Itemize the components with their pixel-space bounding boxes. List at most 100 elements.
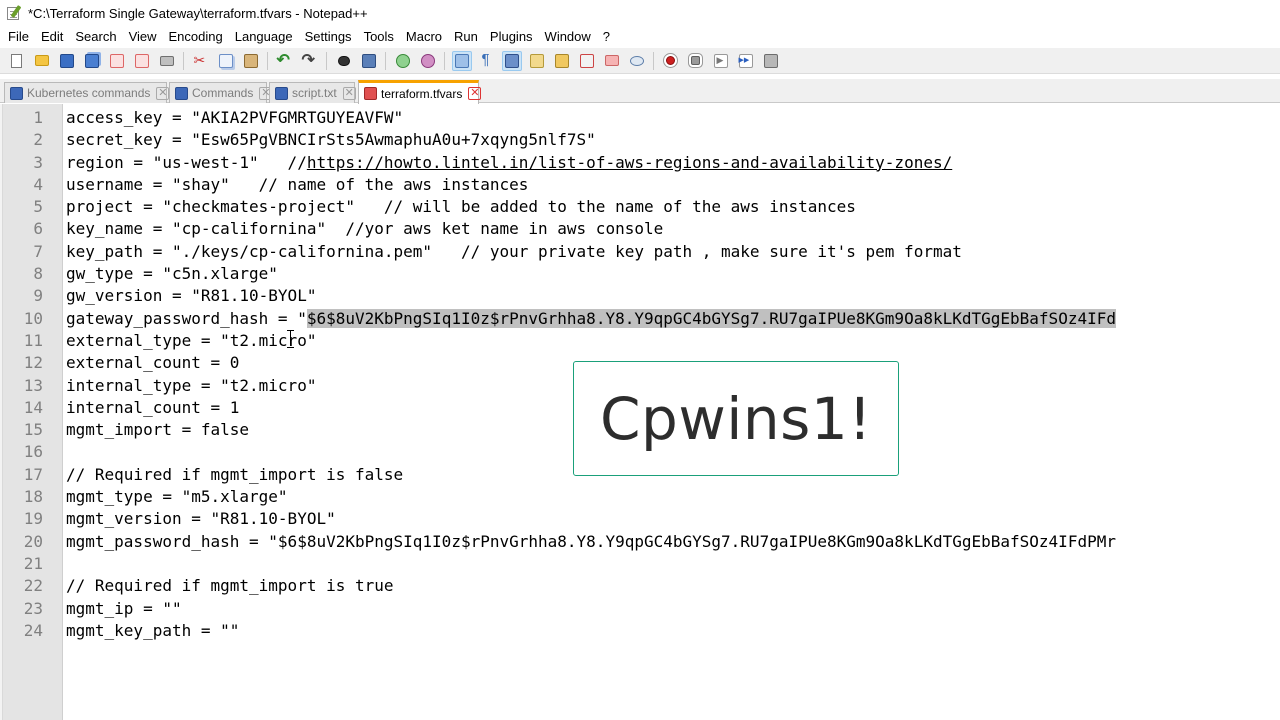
code-line[interactable]: 5 project = "checkmates-project" // will …	[0, 196, 1280, 218]
menu-run[interactable]: Run	[448, 26, 484, 48]
tab-script-txt[interactable]: script.txt ✕	[269, 82, 356, 103]
tab-close-icon[interactable]: ✕	[342, 86, 356, 100]
paste-icon[interactable]	[241, 51, 261, 71]
new-file-icon[interactable]	[7, 51, 27, 71]
saved-file-icon	[10, 86, 23, 100]
sync-scroll-icon[interactable]	[451, 50, 472, 71]
tab-commands[interactable]: Commands ✕	[169, 82, 273, 103]
line-number: 10	[23, 308, 43, 328]
indent-guide-icon[interactable]	[501, 50, 522, 71]
code-line[interactable]: 10 gateway_password_hash = "$6$8uV2KbPngS…	[0, 308, 1280, 330]
code-line[interactable]: 21	[0, 553, 1280, 575]
line-text: gateway_password_hash = "	[66, 308, 307, 328]
open-folder-icon[interactable]	[32, 51, 52, 71]
line-text: key_name = "cp-californina" //yor aws ke…	[66, 219, 664, 239]
code-line[interactable]: 4 username = "shay" // name of the aws in…	[0, 174, 1280, 196]
folder-workspace-icon[interactable]	[602, 51, 622, 71]
window-title: *C:\Terraform Single Gateway\terraform.t…	[28, 5, 368, 21]
redo-icon[interactable]	[300, 51, 320, 71]
document-map-icon[interactable]	[552, 51, 572, 71]
user-language-icon[interactable]	[527, 51, 547, 71]
document-tab-bar: Kubernetes commands ✕ Commands ✕ script.…	[0, 79, 1280, 104]
menu-search[interactable]: Search	[69, 26, 122, 48]
menu-language[interactable]: Language	[229, 26, 299, 48]
menu-window[interactable]: Window	[539, 26, 597, 48]
code-line[interactable]: 24 mgmt_key_path = ""	[0, 620, 1280, 642]
menu-view[interactable]: View	[123, 26, 163, 48]
code-line[interactable]: 6 key_name = "cp-californina" //yor aws k…	[0, 218, 1280, 240]
stop-recording-icon[interactable]	[686, 51, 706, 71]
tab-close-icon[interactable]: ✕	[468, 87, 482, 100]
selected-text[interactable]: $6$8uV2KbPngSIq1I0z$rPnvGrhha8.Y8.Y9qpGC…	[306, 308, 1116, 328]
code-line[interactable]: 18 mgmt_type = "m5.xlarge"	[0, 486, 1280, 508]
line-number: 1	[33, 108, 43, 127]
toolbar-separator	[653, 51, 654, 70]
word-wrap-icon[interactable]	[477, 51, 497, 71]
close-all-icon[interactable]	[132, 51, 152, 71]
password-overlay-box: Cpwins1!	[573, 361, 899, 476]
menu-help[interactable]: ?	[597, 26, 616, 48]
line-text-container: gateway_password_hash = "$6$8uV2KbPngSIq…	[66, 308, 1116, 330]
code-line[interactable]: 3 region = "us-west-1" //https://howto.li…	[0, 152, 1280, 174]
text-cursor-icon	[287, 330, 294, 348]
record-macro-icon[interactable]	[661, 51, 681, 71]
menu-file[interactable]: File	[2, 26, 35, 48]
function-list-icon[interactable]	[577, 51, 597, 71]
close-icon[interactable]	[107, 51, 127, 71]
line-text: project = "checkmates-project" // will b…	[66, 197, 856, 217]
code-line[interactable]: 22 // Required if mgmt_import is true	[0, 575, 1280, 597]
save-macro-icon[interactable]	[761, 51, 781, 71]
line-text: mgmt_type = "m5.xlarge"	[66, 487, 288, 507]
zoom-in-icon[interactable]	[393, 51, 413, 71]
code-line[interactable]: 23 mgmt_ip = ""	[0, 598, 1280, 620]
line-number: 24	[23, 620, 43, 640]
line-number: 22	[23, 576, 43, 596]
line-text: external_type = "t2.micro"	[66, 330, 317, 350]
menu-plugins[interactable]: Plugins	[484, 26, 539, 48]
replace-icon[interactable]	[359, 51, 379, 71]
tab-close-icon[interactable]: ✕	[156, 86, 170, 100]
cut-icon[interactable]	[191, 51, 211, 71]
line-number: 21	[23, 553, 43, 573]
tab-terraform-tfvars[interactable]: terraform.tfvars ✕	[358, 80, 482, 104]
run-macro-multiple-icon[interactable]	[736, 51, 756, 71]
line-text: gw_type = "c5n.xlarge"	[66, 264, 278, 284]
find-icon[interactable]	[334, 51, 354, 71]
print-icon[interactable]	[157, 51, 177, 71]
menu-settings[interactable]: Settings	[299, 26, 358, 48]
undo-icon[interactable]	[275, 51, 295, 71]
line-number: 12	[23, 353, 43, 373]
menu-encoding[interactable]: Encoding	[163, 26, 229, 48]
line-text: mgmt_key_path = ""	[66, 620, 240, 640]
code-line[interactable]: 20 mgmt_password_hash = "$6$8uV2KbPngSIq1…	[0, 531, 1280, 553]
save-all-icon[interactable]	[82, 51, 102, 71]
url-link[interactable]: https://howto.lintel.in/list-of-aws-regi…	[307, 153, 952, 172]
toolbar-separator	[385, 51, 386, 70]
menu-macro[interactable]: Macro	[400, 26, 448, 48]
line-text: gw_version = "R81.10-BYOL"	[66, 286, 317, 306]
line-text: mgmt_import = false	[66, 420, 250, 440]
code-line[interactable]: 8 gw_type = "c5n.xlarge"	[0, 263, 1280, 285]
line-text-container: region = "us-west-1" //https://howto.lin…	[66, 152, 952, 174]
copy-icon[interactable]	[216, 51, 236, 71]
code-line[interactable]: 1 access_key = "AKIA2PVFGMRTGUYEAVFW"	[0, 107, 1280, 129]
line-text: region = "us-west-1" //	[66, 152, 307, 172]
menu-tools[interactable]: Tools	[358, 26, 400, 48]
tab-label: Commands	[192, 86, 254, 100]
monitoring-icon[interactable]	[627, 51, 647, 71]
saved-file-icon	[175, 86, 188, 100]
code-line[interactable]: 2 secret_key = "Esw65PgVBNCIrSts5AwmaphuA…	[0, 129, 1280, 151]
line-number: 18	[23, 487, 43, 507]
zoom-out-icon[interactable]	[418, 51, 438, 71]
title-bar: *C:\Terraform Single Gateway\terraform.t…	[0, 0, 1280, 26]
code-line[interactable]: 9 gw_version = "R81.10-BYOL"	[0, 285, 1280, 307]
code-line[interactable]: 7 key_path = "./keys/cp-californina.pem" …	[0, 241, 1280, 263]
tab-kubernetes-commands[interactable]: Kubernetes commands ✕	[4, 82, 170, 103]
saved-file-icon	[275, 86, 288, 100]
code-line[interactable]: 19 mgmt_version = "R81.10-BYOL"	[0, 508, 1280, 530]
menu-edit[interactable]: Edit	[35, 26, 69, 48]
code-line[interactable]: 11 external_type = "t2.micro"	[0, 330, 1280, 352]
playback-macro-icon[interactable]	[711, 51, 731, 71]
save-icon[interactable]	[57, 51, 77, 71]
line-text: key_path = "./keys/cp-californina.pem" /…	[66, 241, 962, 261]
